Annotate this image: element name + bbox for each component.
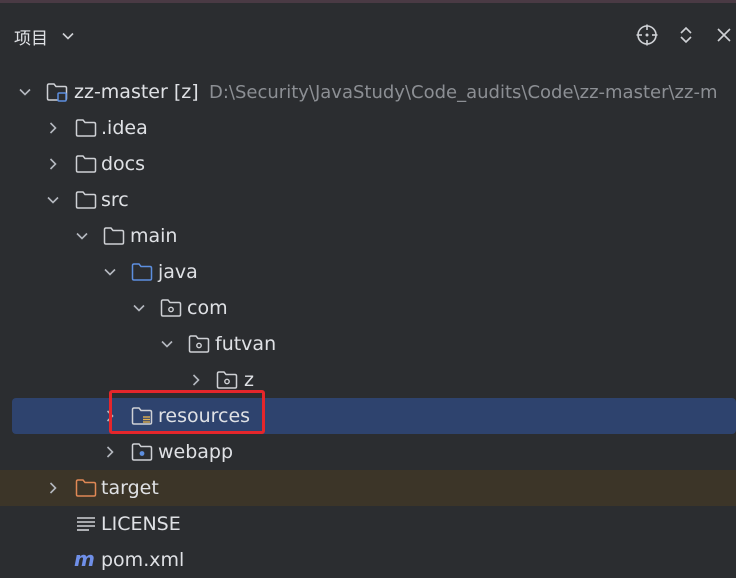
tree-label-webapp: webapp: [158, 441, 234, 463]
folder-icon: [75, 191, 97, 209]
tree-label-java: java: [158, 261, 198, 283]
package-icon: [216, 371, 238, 389]
tree-label-docs: docs: [101, 153, 146, 175]
tree-row-src[interactable]: src: [0, 182, 736, 218]
tree-label-main: main: [130, 225, 178, 247]
tree-label-src: src: [101, 189, 129, 211]
chevron-down-icon[interactable]: [61, 29, 75, 43]
folder-icon: [75, 119, 97, 137]
tree-row-java[interactable]: java: [0, 254, 736, 290]
tree-row-webapp[interactable]: webapp: [0, 434, 736, 470]
chevron-down-icon[interactable]: [160, 337, 174, 351]
folder-icon: [103, 227, 125, 245]
svg-text:m: m: [74, 550, 95, 570]
package-icon: [160, 299, 182, 317]
tree-row-target[interactable]: target: [0, 470, 736, 506]
tree-row-futvan[interactable]: futvan: [0, 326, 736, 362]
maven-icon: m: [74, 550, 95, 570]
tree-label-com: com: [187, 297, 228, 319]
chevron-down-icon[interactable]: [46, 193, 60, 207]
chevron-down-icon[interactable]: [18, 85, 32, 99]
tree-label-target: target: [101, 477, 159, 499]
tree-row-com[interactable]: com: [0, 290, 736, 326]
expand-collapse-icon: [680, 26, 692, 44]
excluded-folder-icon: [75, 479, 97, 497]
chevron-down-icon[interactable]: [103, 265, 117, 279]
crosshair-icon: [636, 24, 658, 46]
chevron-right-icon[interactable]: [103, 445, 117, 459]
web-folder-icon: [131, 443, 153, 461]
chevron-down-icon[interactable]: [75, 229, 89, 243]
tree-row-root[interactable]: zz-master [z] D:\Security\JavaStudy\Code…: [0, 74, 736, 110]
root-path: D:\Security\JavaStudy\Code_audits\Code\z…: [209, 82, 718, 103]
chevron-right-icon[interactable]: [189, 373, 203, 387]
text-file-icon: [77, 517, 95, 531]
project-panel-header: 项目: [0, 3, 736, 67]
tree-label-pom: pom.xml: [101, 549, 185, 571]
package-icon: [188, 335, 210, 353]
tree-row-docs[interactable]: docs: [0, 146, 736, 182]
module-folder-icon: [46, 83, 68, 102]
panel-title[interactable]: 项目: [14, 24, 48, 49]
tree-label-root: zz-master [z]: [74, 81, 199, 103]
close-panel-button[interactable]: [712, 23, 736, 47]
folder-icon: [75, 155, 97, 173]
chevron-down-icon[interactable]: [132, 301, 146, 315]
tree-row-main[interactable]: main: [0, 218, 736, 254]
tree-label-idea: .idea: [101, 117, 148, 139]
chevron-right-icon[interactable]: [46, 157, 60, 171]
tree-label-license: LICENSE: [101, 513, 181, 535]
chevron-right-icon[interactable]: [46, 481, 60, 495]
tree-row-license[interactable]: LICENSE: [0, 506, 736, 542]
close-icon: [717, 28, 731, 42]
tree-label-z: z: [244, 369, 254, 391]
tree-row-pom[interactable]: m pom.xml: [0, 542, 736, 578]
expand-collapse-button[interactable]: [674, 23, 698, 47]
tree-label-futvan: futvan: [215, 333, 277, 355]
annotation-highlight-box: [109, 390, 265, 434]
locate-button[interactable]: [635, 23, 659, 47]
chevron-right-icon[interactable]: [46, 121, 60, 135]
source-folder-icon: [131, 263, 153, 281]
tree-row-idea[interactable]: .idea: [0, 110, 736, 146]
